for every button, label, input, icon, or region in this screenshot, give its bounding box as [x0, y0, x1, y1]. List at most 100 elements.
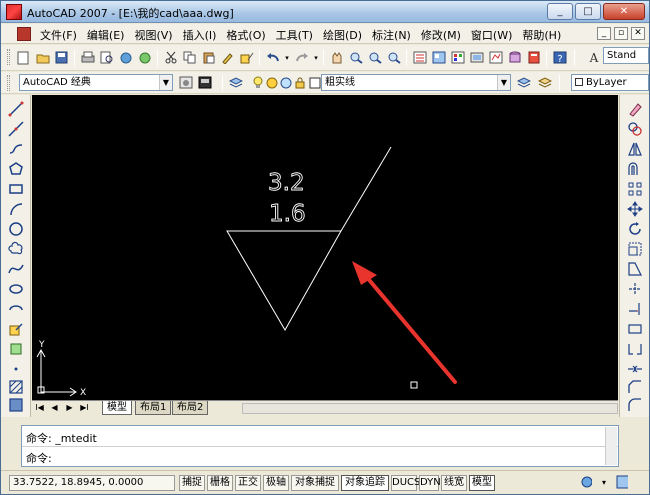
command-history[interactable]: 命令: _mtedit 命令: — [21, 425, 619, 467]
text-style-icon[interactable]: A — [585, 49, 602, 66]
extend-icon[interactable] — [627, 301, 643, 317]
workspace-settings-icon[interactable] — [177, 74, 194, 91]
last-tab-button[interactable]: ▶I — [79, 402, 90, 413]
pan-realtime-icon[interactable] — [328, 49, 345, 66]
ortho-toggle[interactable]: 正交 — [235, 475, 261, 491]
toolbar-grip[interactable] — [7, 75, 10, 91]
redo-icon[interactable] — [293, 49, 310, 66]
maximize-button[interactable]: □ — [575, 3, 601, 20]
layer-combo[interactable]: 粗实线 ▼ — [321, 74, 511, 91]
make-object-layer-current-icon[interactable] — [515, 74, 532, 91]
plot-icon[interactable] — [79, 49, 96, 66]
hatch-icon[interactable] — [8, 379, 24, 395]
sheet-set-manager-icon[interactable] — [468, 49, 485, 66]
color-combo[interactable]: ByLayer — [571, 74, 649, 91]
model-space-toggle[interactable]: 模型 — [469, 475, 495, 491]
polygon-icon[interactable] — [8, 161, 24, 177]
redo-dropdown-icon[interactable]: ▾ — [312, 49, 320, 66]
scale-icon[interactable] — [627, 241, 643, 257]
lineweight-toggle[interactable]: 线宽 — [441, 475, 467, 491]
undo-dropdown-icon[interactable]: ▾ — [283, 49, 291, 66]
toolbar-grip[interactable] — [7, 49, 10, 65]
copy-icon[interactable] — [181, 49, 198, 66]
menu-dimension[interactable]: 标注(N) — [367, 27, 416, 43]
ellipse-icon[interactable] — [8, 281, 24, 297]
doc-close-button[interactable]: ✕ — [631, 27, 645, 40]
insert-block-icon[interactable] — [8, 321, 24, 337]
menu-format[interactable]: 格式(O) — [221, 27, 270, 43]
previous-tab-button[interactable]: ◀ — [49, 402, 60, 413]
ellipse-arc-icon[interactable] — [8, 301, 24, 317]
construction-line-icon[interactable] — [8, 121, 24, 137]
coordinate-readout[interactable]: 33.7522, 18.8945, 0.0000 — [9, 475, 175, 491]
horizontal-scrollbar[interactable] — [242, 403, 618, 414]
fillet-icon[interactable] — [627, 397, 643, 413]
cut-icon[interactable] — [162, 49, 179, 66]
workspace-save-icon[interactable] — [196, 74, 213, 91]
spline-icon[interactable] — [8, 261, 24, 277]
rotate-icon[interactable] — [627, 221, 643, 237]
help-icon[interactable]: ? — [551, 49, 568, 66]
move-icon[interactable] — [627, 201, 643, 217]
gradient-icon[interactable] — [8, 397, 24, 413]
tool-palettes-icon[interactable] — [449, 49, 466, 66]
tab-layout1[interactable]: 布局1 — [135, 401, 172, 415]
point-icon[interactable] — [8, 361, 24, 377]
match-properties-icon[interactable] — [219, 49, 236, 66]
polar-toggle[interactable]: 极轴 — [263, 475, 289, 491]
osnap-toggle[interactable]: 对象捕捉 — [291, 475, 339, 491]
menu-insert[interactable]: 插入(I) — [178, 27, 222, 43]
erase-icon[interactable] — [627, 101, 643, 117]
paste-icon[interactable] — [200, 49, 217, 66]
properties-icon[interactable] — [411, 49, 428, 66]
menu-tools[interactable]: 工具(T) — [271, 27, 318, 43]
join-icon[interactable] — [627, 361, 643, 377]
autocad-app-icon[interactable] — [6, 4, 22, 20]
markup-set-manager-icon[interactable] — [487, 49, 504, 66]
publish-icon[interactable] — [117, 49, 134, 66]
circle-icon[interactable] — [8, 221, 24, 237]
command-scrollbar[interactable] — [605, 427, 617, 465]
quickcalc-icon[interactable] — [525, 49, 542, 66]
grid-toggle[interactable]: 栅格 — [207, 475, 233, 491]
workspace-combo[interactable]: AutoCAD 经典 ▼ — [19, 74, 173, 91]
doc-restore-button[interactable]: ▫ — [614, 27, 628, 40]
plot-preview-icon[interactable] — [98, 49, 115, 66]
design-center-icon[interactable] — [430, 49, 447, 66]
open-file-icon[interactable] — [34, 49, 51, 66]
offset-icon[interactable] — [627, 161, 643, 177]
trim-icon[interactable] — [627, 281, 643, 297]
ducs-toggle[interactable]: DUCS — [391, 475, 420, 491]
doc-minimize-button[interactable]: _ — [597, 27, 611, 40]
otrack-toggle[interactable]: 对象追踪 — [341, 475, 389, 491]
layer-properties-icon[interactable] — [227, 74, 244, 91]
db-connect-icon[interactable] — [506, 49, 523, 66]
next-tab-button[interactable]: ▶ — [64, 402, 75, 413]
communication-center-icon[interactable] — [579, 475, 593, 489]
block-editor-icon[interactable] — [238, 49, 255, 66]
chevron-down-icon[interactable]: ▼ — [159, 75, 172, 90]
make-block-icon[interactable] — [8, 341, 24, 357]
menu-help[interactable]: 帮助(H) — [517, 27, 566, 43]
revision-cloud-icon[interactable] — [8, 241, 24, 257]
minimize-button[interactable]: _ — [547, 3, 573, 20]
document-icon[interactable] — [17, 27, 31, 41]
arc-icon[interactable] — [8, 201, 24, 217]
status-menu-chevron-icon[interactable]: ▾ — [597, 475, 611, 489]
stretch-icon[interactable] — [627, 261, 643, 277]
command-prompt[interactable]: 命令: — [26, 450, 52, 466]
3d-dwf-icon[interactable] — [136, 49, 153, 66]
menu-file[interactable]: 文件(F) — [35, 27, 82, 43]
first-tab-button[interactable]: I◀ — [34, 402, 45, 413]
zoom-window-icon[interactable] — [366, 49, 383, 66]
drawing-canvas[interactable]: 3.2 1.6 Y X — [32, 95, 618, 401]
menu-edit[interactable]: 编辑(E) — [82, 27, 130, 43]
mirror-icon[interactable] — [627, 141, 643, 157]
text-style-combo[interactable]: Stand — [603, 47, 649, 64]
zoom-realtime-icon[interactable] — [347, 49, 364, 66]
dyn-toggle[interactable]: DYN — [419, 475, 441, 491]
undo-icon[interactable] — [264, 49, 281, 66]
chevron-down-icon[interactable]: ▼ — [497, 75, 510, 90]
chamfer-icon[interactable] — [627, 379, 643, 395]
new-file-icon[interactable] — [15, 49, 32, 66]
